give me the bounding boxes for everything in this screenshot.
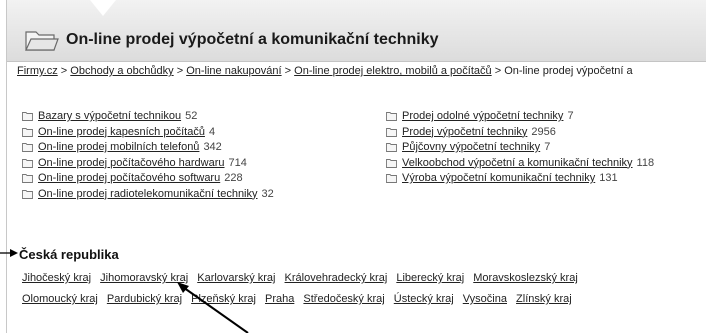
breadcrumb-separator: > (491, 65, 505, 77)
breadcrumb-item[interactable]: On-line prodej elektro, mobilů a počítač… (294, 65, 492, 77)
folder-icon (22, 143, 33, 153)
category-item: Prodej odolné výpočetní techniky 7 (386, 109, 654, 125)
breadcrumb-separator: > (57, 65, 71, 77)
region-link[interactable]: Olomoucký kraj (22, 293, 98, 305)
category-item: On-line prodej radiotelekomunikační tech… (22, 187, 274, 203)
region-link[interactable]: Karlovarský kraj (197, 272, 275, 284)
folder-icon (22, 174, 33, 184)
folder-icon (22, 158, 33, 168)
category-count: 2956 (531, 125, 556, 138)
category-count: 7 (544, 141, 551, 153)
region-link[interactable]: Středočeský kraj (303, 293, 384, 305)
region-link[interactable]: Ústecký kraj (394, 293, 454, 305)
category-count: 32 (261, 187, 274, 200)
category-item: On-line prodej počítačového hardwaru 714 (22, 156, 274, 172)
breadcrumb-item[interactable]: Obchody a obchůdky (70, 65, 173, 77)
region-title: Česká republika (19, 247, 119, 262)
category-link[interactable]: On-line prodej počítačového softwaru (38, 171, 220, 187)
region-link[interactable]: Plzeňský kraj (191, 293, 256, 305)
category-item: Půjčovny výpočetní techniky 7 (386, 140, 654, 156)
category-link[interactable]: On-line prodej počítačového hardwaru (38, 156, 225, 172)
category-link[interactable]: On-line prodej mobilních telefonů (38, 140, 199, 156)
category-item: Výroba výpočetní komunikační techniky 131 (386, 171, 654, 187)
category-link[interactable]: Výroba výpočetní komunikační techniky (402, 171, 595, 187)
folder-icon (386, 112, 397, 122)
category-count: 118 (636, 156, 655, 169)
breadcrumb-item[interactable]: Firmy.cz (17, 65, 58, 77)
category-link[interactable]: Velkoobchod výpočetní a komunikační tech… (402, 156, 633, 172)
category-count: 131 (599, 172, 618, 184)
category-item: On-line prodej kapesních počítačů 4 (22, 125, 274, 141)
region-list: Jihočeský kraj Jihomoravský kraj Karlova… (22, 268, 632, 310)
folder-icon (22, 112, 33, 122)
category-link[interactable]: Bazary s výpočetní technikou (38, 109, 181, 125)
category-count: 714 (228, 156, 247, 169)
category-count: 4 (208, 125, 216, 138)
region-link[interactable]: Vysočina (463, 293, 507, 305)
folder-icon (386, 143, 397, 153)
region-link[interactable]: Jihočeský kraj (22, 272, 91, 284)
category-list-right: Prodej odolné výpočetní techniky 7 Prodej … (386, 109, 654, 187)
category-count: 228 (224, 172, 243, 184)
region-link[interactable]: Moravskoslezský kraj (473, 272, 578, 284)
breadcrumb-separator: > (281, 65, 295, 77)
page-title: On-line prodej výpočetní a komunikační t… (66, 31, 439, 48)
folder-icon (386, 127, 397, 137)
category-list-left: Bazary s výpočetní technikou 52 On-line pr… (22, 109, 274, 202)
breadcrumb-item[interactable]: On-line nakupování (186, 65, 281, 77)
category-item: Velkoobchod výpočetní a komunikační tech… (386, 156, 654, 172)
category-link[interactable]: Prodej odolné výpočetní techniky (402, 109, 563, 125)
category-link[interactable]: On-line prodej kapesních počítačů (38, 125, 205, 141)
category-link[interactable]: Půjčovny výpočetní techniky (402, 140, 540, 156)
category-link[interactable]: On-line prodej radiotelekomunikační tech… (38, 187, 258, 203)
region-link[interactable]: Zlínský kraj (516, 293, 572, 305)
folder-icon (22, 127, 33, 137)
folder-icon (25, 31, 59, 51)
category-count: 52 (185, 110, 198, 122)
category-count: 342 (203, 141, 222, 153)
category-link[interactable]: Prodej výpočetní techniky (402, 125, 527, 141)
category-count: 7 (567, 110, 574, 122)
region-link[interactable]: Liberecký kraj (396, 272, 464, 284)
region-link[interactable]: Pardubický kraj (107, 293, 182, 305)
category-item: On-line prodej mobilních telefonů 342 (22, 140, 274, 156)
header-notch (90, 0, 116, 16)
breadcrumb-separator: > (173, 65, 187, 77)
breadcrumb-item: On-line prodej výpočetní a (504, 65, 633, 77)
folder-icon (22, 189, 33, 199)
category-item: Prodej výpočetní techniky 2956 (386, 125, 654, 141)
region-link[interactable]: Praha (265, 293, 294, 305)
breadcrumb: Firmy.cz > Obchody a obchůdky > On-line … (17, 65, 633, 77)
region-link[interactable]: Královehradecký kraj (285, 272, 388, 284)
folder-icon (386, 174, 397, 184)
category-item: On-line prodej počítačového softwaru 228 (22, 171, 274, 187)
category-item: Bazary s výpočetní technikou 52 (22, 109, 274, 125)
region-link[interactable]: Jihomoravský kraj (100, 272, 188, 284)
folder-icon (386, 158, 397, 168)
